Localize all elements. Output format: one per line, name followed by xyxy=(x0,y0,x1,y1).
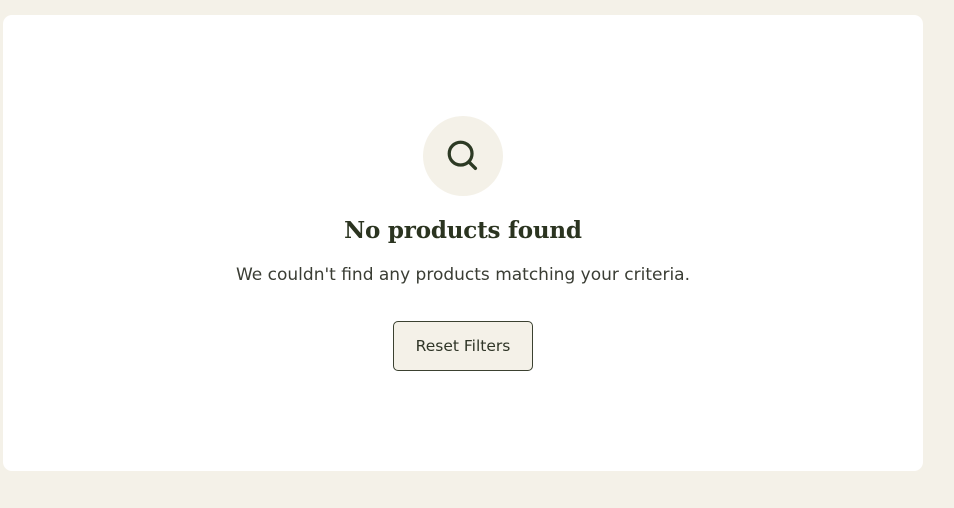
empty-state-message: We couldn't find any products matching y… xyxy=(235,265,690,285)
empty-state-title: No products found xyxy=(344,217,582,244)
empty-state-card: No products found We couldn't find any p… xyxy=(3,15,923,471)
search-icon xyxy=(447,140,478,171)
page: No products found We couldn't find any p… xyxy=(0,0,954,508)
reset-filters-button[interactable]: Reset Filters xyxy=(393,321,533,371)
search-icon-badge xyxy=(423,116,503,196)
